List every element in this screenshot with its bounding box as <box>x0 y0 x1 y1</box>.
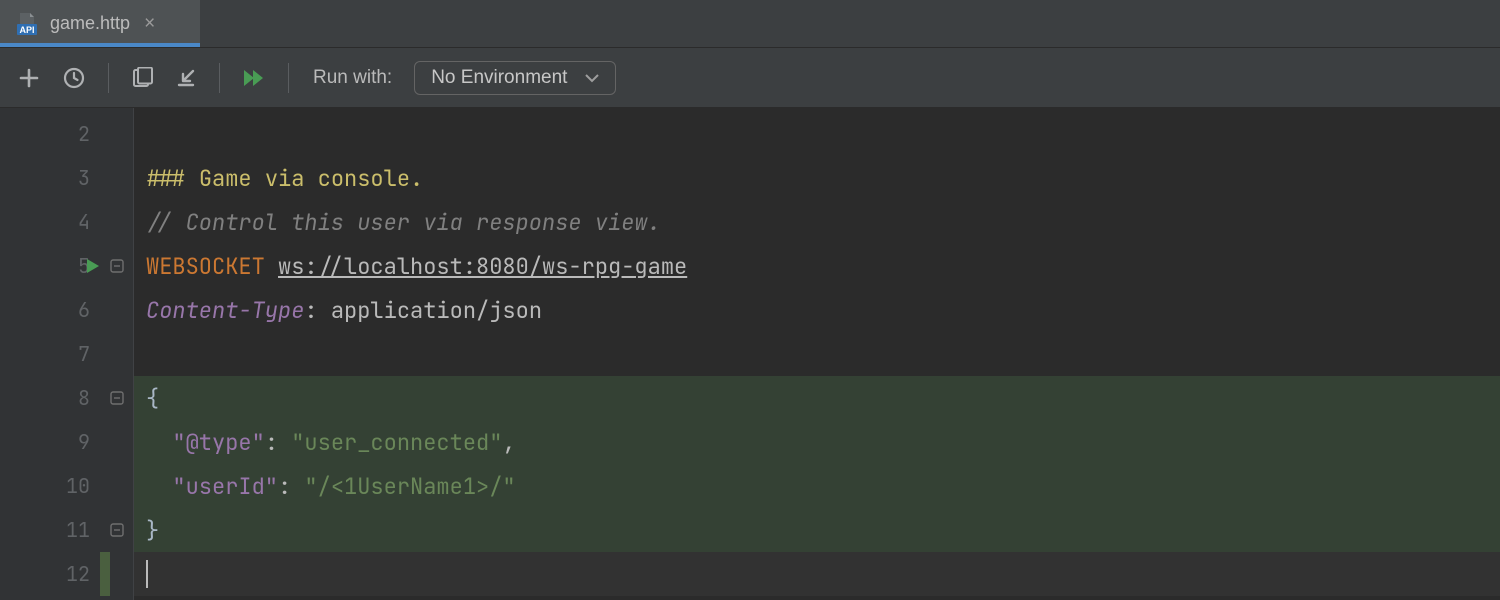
code-line[interactable]: // Control this user via response view. <box>134 200 1500 244</box>
line-number: 4 <box>0 200 100 244</box>
code-line[interactable]: WEBSOCKET ws://localhost:8080/ws-rpg-gam… <box>134 244 1500 288</box>
editor-toolbar: Run with: No Environment <box>0 48 1500 108</box>
code-line[interactable]: "@type": "user_connected", <box>134 420 1500 464</box>
line-number: 2 <box>0 112 100 156</box>
fold-column <box>100 108 134 600</box>
code-line[interactable] <box>134 332 1500 376</box>
text-caret <box>146 560 148 588</box>
toolbar-separator <box>219 63 220 93</box>
toolbar-separator <box>108 63 109 93</box>
code-line[interactable]: { <box>134 376 1500 420</box>
http-file-icon: API <box>14 11 40 37</box>
line-number: 3 <box>0 156 100 200</box>
run-with-label: Run with: <box>313 67 392 89</box>
toolbar-separator <box>288 63 289 93</box>
code-editor[interactable]: 2 3 4 5 6 7 8 9 10 11 12 <box>0 108 1500 600</box>
run-all-button[interactable] <box>242 67 266 89</box>
code-line[interactable]: ### Game via console. <box>134 156 1500 200</box>
line-number: 10 <box>0 464 100 508</box>
code-line[interactable]: } <box>134 508 1500 552</box>
svg-text:API: API <box>19 25 34 35</box>
code-area[interactable]: ### Game via console. // Control this us… <box>134 108 1500 600</box>
line-number: 11 <box>0 508 100 552</box>
line-number: 9 <box>0 420 100 464</box>
history-button[interactable] <box>62 66 86 90</box>
close-tab-icon[interactable]: × <box>144 13 155 35</box>
line-number-gutter: 2 3 4 5 6 7 8 9 10 11 12 <box>0 108 100 600</box>
environment-selector[interactable]: No Environment <box>414 61 616 95</box>
line-number: 5 <box>0 244 100 288</box>
code-line[interactable]: Content-Type: application/json <box>134 288 1500 332</box>
environment-value: No Environment <box>431 67 567 89</box>
code-line[interactable]: "userId": "/<1UserName1>/" <box>134 464 1500 508</box>
line-number: 8 <box>0 376 100 420</box>
code-line[interactable] <box>134 112 1500 156</box>
line-number: 12 <box>0 552 100 596</box>
fold-handle[interactable] <box>100 244 133 288</box>
line-number: 6 <box>0 288 100 332</box>
import-button[interactable] <box>175 67 197 89</box>
code-line[interactable] <box>134 552 1500 596</box>
chevron-down-icon <box>585 73 599 83</box>
fold-handle[interactable] <box>100 508 133 552</box>
tab-filename: game.http <box>50 13 130 34</box>
examples-button[interactable] <box>131 67 153 89</box>
change-marker <box>100 552 110 596</box>
fold-handle[interactable] <box>100 376 133 420</box>
add-request-button[interactable] <box>18 67 40 89</box>
file-tab[interactable]: API game.http × <box>0 0 200 47</box>
line-number: 7 <box>0 332 100 376</box>
tab-bar: API game.http × <box>0 0 1500 48</box>
